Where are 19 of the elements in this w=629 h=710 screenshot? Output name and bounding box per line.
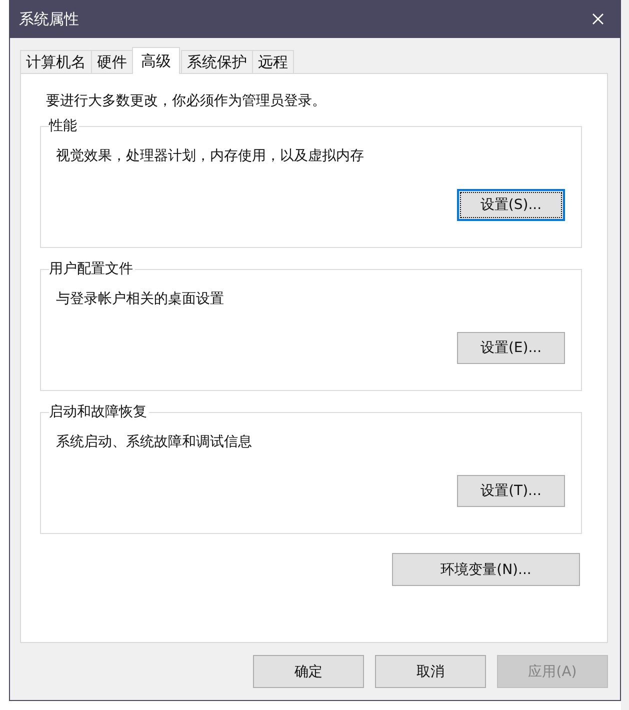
tab[interactable]: 远程 <box>252 50 294 74</box>
settings-button[interactable]: 设置(S)... <box>457 189 565 221</box>
environment-variables-button[interactable]: 环境变量(N)... <box>392 553 580 586</box>
settings-button[interactable]: 设置(T)... <box>457 475 565 507</box>
group-title: 启动和故障恢复 <box>49 403 149 421</box>
group-title: 用户配置文件 <box>49 260 135 278</box>
settings-button[interactable]: 设置(E)... <box>457 332 565 364</box>
window-title: 系统属性 <box>19 10 79 28</box>
tab[interactable]: 系统保护 <box>181 50 253 74</box>
group-description: 与登录帐户相关的桌面设置 <box>56 290 225 308</box>
close-icon[interactable] <box>592 13 604 25</box>
tab[interactable]: 计算机名 <box>20 50 92 74</box>
notice-text: 要进行大多数更改，你必须作为管理员登录。 <box>46 92 327 110</box>
dialog-button[interactable]: 确定 <box>253 655 364 688</box>
dialog-button[interactable]: 取消 <box>375 655 486 688</box>
group-title: 性能 <box>49 117 79 135</box>
tab[interactable]: 高级 <box>132 47 180 74</box>
group-description: 系统启动、系统故障和调试信息 <box>56 433 253 451</box>
group-description: 视觉效果，处理器计划，内存使用，以及虚拟内存 <box>56 147 365 165</box>
